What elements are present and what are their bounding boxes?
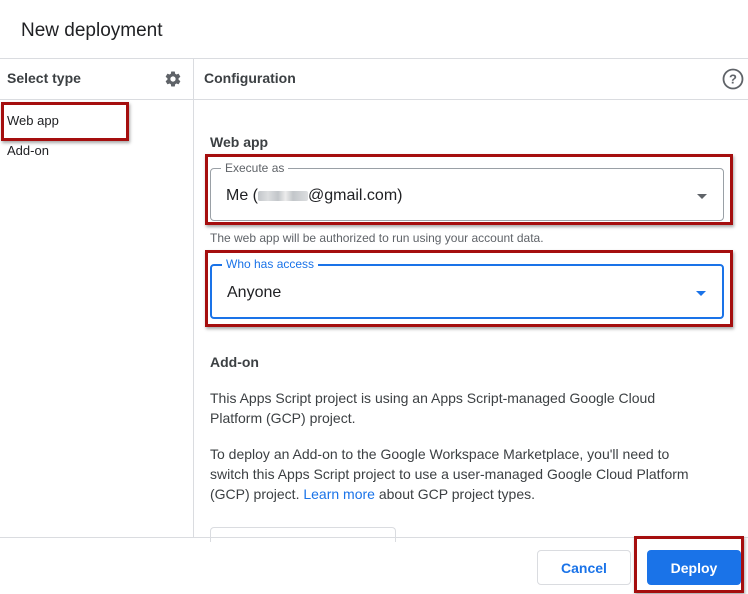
add-on-paragraph-2-tail: about GCP project types. xyxy=(374,486,536,502)
help-circle-icon[interactable]: ? xyxy=(722,68,744,90)
header-divider xyxy=(0,58,748,59)
highlight-web-app xyxy=(1,102,129,141)
highlight-deploy xyxy=(634,536,744,593)
panel-divider xyxy=(193,59,194,537)
highlight-execute-as xyxy=(205,154,733,225)
execute-as-hint: The web app will be authorized to run us… xyxy=(210,231,544,245)
partial-button-outline xyxy=(210,527,396,542)
svg-text:?: ? xyxy=(729,72,737,87)
type-item-add-on[interactable]: Add-on xyxy=(7,143,49,158)
web-app-section-title: Web app xyxy=(210,134,269,150)
add-on-paragraph-1: This Apps Script project is using an App… xyxy=(210,390,656,426)
configuration-heading: Configuration xyxy=(204,70,296,86)
cancel-button[interactable]: Cancel xyxy=(537,550,631,585)
dialog-title: New deployment xyxy=(21,20,163,41)
add-on-paragraph-2: To deploy an Add-on to the Google Worksp… xyxy=(210,444,710,504)
highlight-who-has-access xyxy=(205,250,733,327)
select-type-heading: Select type xyxy=(7,70,81,86)
add-on-section-title: Add-on xyxy=(210,354,259,370)
left-header-divider xyxy=(0,99,194,100)
learn-more-link[interactable]: Learn more xyxy=(303,486,375,502)
right-header-divider xyxy=(194,99,748,100)
gear-icon[interactable] xyxy=(164,70,182,88)
